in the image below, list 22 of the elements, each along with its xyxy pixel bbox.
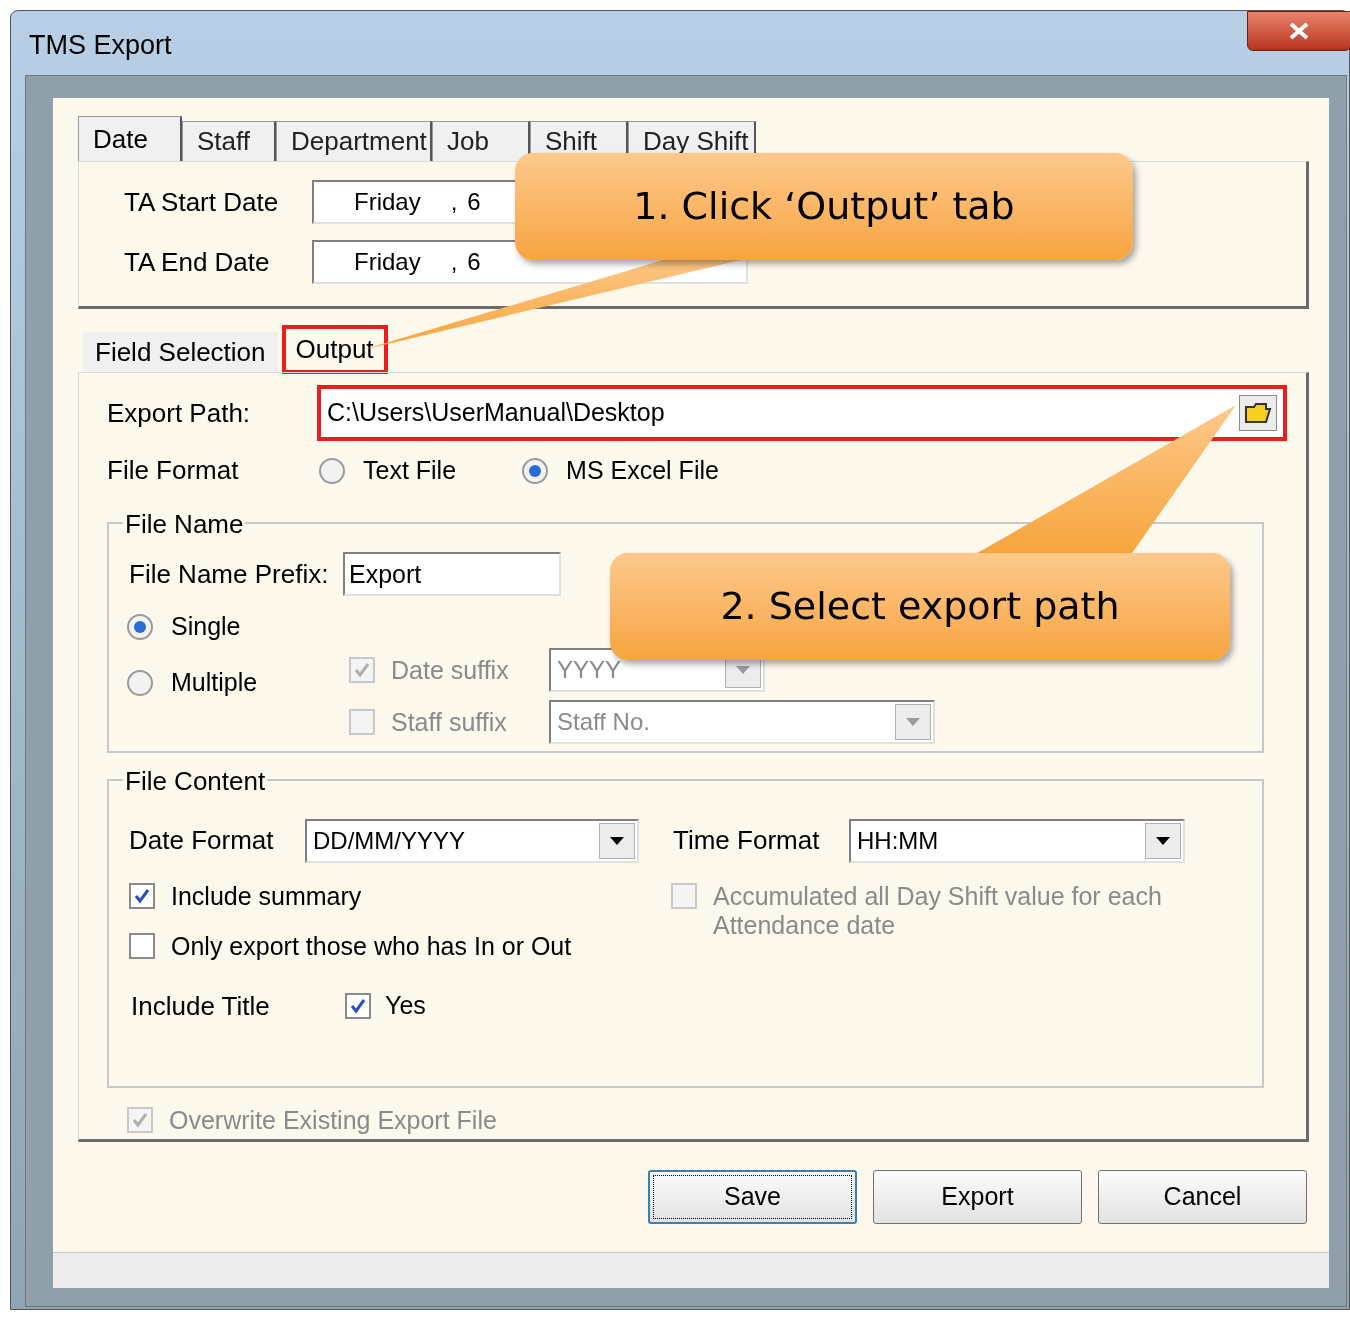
field-label: File Format — [107, 454, 240, 488]
option-label: Single — [171, 611, 241, 643]
option-label: Include summary — [171, 881, 362, 911]
option-label: Staff suffix — [391, 706, 508, 738]
option-label: Only export those who has In or Out — [171, 931, 572, 961]
window-title: TMS Export — [29, 29, 172, 62]
option-label: MS Excel File — [566, 454, 719, 486]
option-label: Overwrite Existing Export File — [169, 1104, 497, 1136]
option-label: Yes — [385, 990, 426, 1022]
option-label: Accumulated all Day Shift value for each Attendance date — [713, 881, 1163, 940]
field-label: Date Format — [129, 824, 275, 858]
option-label: Text File — [363, 454, 457, 486]
field-label: TA Start Date — [124, 185, 280, 219]
callout-tooltip: 1. Click ‘Output’ tab — [515, 153, 1133, 260]
field-label: Export Path: — [107, 396, 252, 430]
callout-tooltip: 2. Select export path — [610, 553, 1230, 660]
option-label: Date suffix — [391, 654, 510, 686]
option-label: Multiple — [171, 666, 258, 698]
field-label: Include Title — [131, 989, 271, 1023]
field-label: File Name Prefix: — [129, 557, 330, 591]
field-label: Time Format — [673, 824, 821, 858]
field-label: TA End Date — [124, 245, 271, 279]
